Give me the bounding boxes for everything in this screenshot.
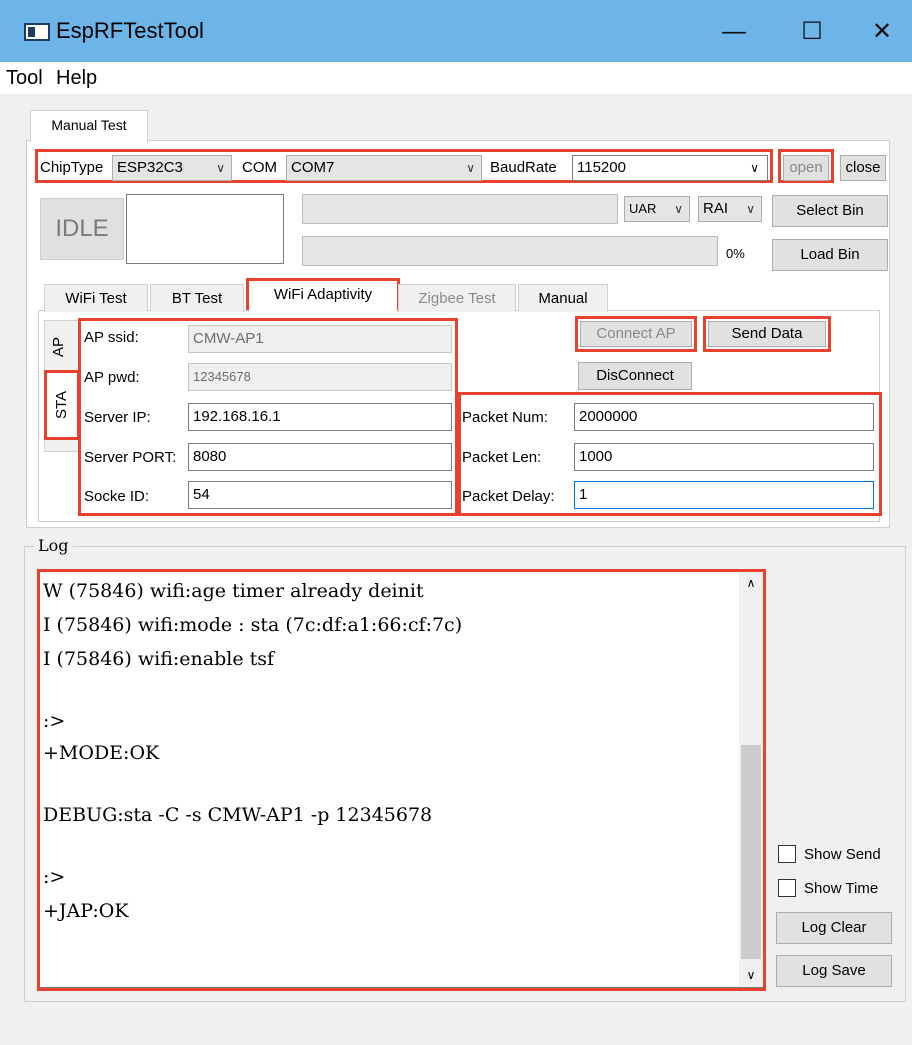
chevron-down-icon: ∨ xyxy=(216,161,225,175)
log-save-button[interactable]: Log Save xyxy=(776,955,892,987)
app-icon xyxy=(24,23,50,41)
wifi-adaptivity-highlight xyxy=(246,278,400,310)
ap-ssid-label: AP ssid: xyxy=(84,329,139,346)
com-label: COM xyxy=(242,159,277,176)
show-send-checkbox[interactable] xyxy=(778,845,796,863)
menu-tool[interactable]: Tool xyxy=(6,65,43,91)
show-send-label: Show Send xyxy=(804,846,881,863)
open-button[interactable]: open xyxy=(783,155,829,181)
log-clear-button[interactable]: Log Clear xyxy=(776,912,892,944)
uart-value: UAR xyxy=(629,201,657,216)
tab-manual[interactable]: Manual xyxy=(518,284,608,312)
baudrate-select[interactable]: 115200 ∨ xyxy=(572,155,768,181)
tab-sta[interactable]: STA xyxy=(47,387,77,423)
log-title: Log xyxy=(34,536,73,556)
chevron-down-icon: ∨ xyxy=(674,202,683,216)
send-data-button[interactable]: Send Data xyxy=(708,321,826,347)
progress-bar xyxy=(302,236,718,266)
packet-len-input[interactable]: 1000 xyxy=(574,443,874,471)
server-ip-input[interactable]: 192.168.16.1 xyxy=(188,403,452,431)
tab-ap[interactable]: AP xyxy=(45,333,79,361)
progress-bar-top xyxy=(302,194,618,224)
maximize-icon[interactable]: ☐ xyxy=(786,12,838,52)
minimize-icon[interactable]: — xyxy=(708,12,760,52)
chevron-down-icon: ∨ xyxy=(466,161,475,175)
baudrate-value: 115200 xyxy=(577,159,626,176)
com-select[interactable]: COM7 ∨ xyxy=(286,155,482,181)
select-bin-button[interactable]: Select Bin xyxy=(772,195,888,227)
chiptype-label: ChipType xyxy=(40,159,104,176)
status-text-box xyxy=(126,194,284,264)
socket-id-label: Socke ID: xyxy=(84,488,150,505)
socket-id-input[interactable]: 54 xyxy=(188,481,452,509)
ap-pwd-input[interactable]: 12345678 xyxy=(188,363,452,391)
server-port-input[interactable]: 8080 xyxy=(188,443,452,471)
load-bin-button[interactable]: Load Bin xyxy=(772,239,888,271)
window-title: EspRFTestTool xyxy=(56,18,204,43)
uart-select[interactable]: UAR ∨ xyxy=(624,196,690,222)
close-icon[interactable]: ✕ xyxy=(856,12,908,52)
chiptype-select[interactable]: ESP32C3 ∨ xyxy=(112,155,232,181)
tab-wifi-test[interactable]: WiFi Test xyxy=(44,284,148,312)
baudrate-label: BaudRate xyxy=(490,159,557,176)
tab-zigbee-test[interactable]: Zigbee Test xyxy=(398,284,516,312)
log-highlight xyxy=(37,569,766,991)
ram-select[interactable]: RAI ∨ xyxy=(698,196,762,222)
packet-delay-input[interactable]: 1 xyxy=(574,481,874,509)
close-button[interactable]: close xyxy=(840,155,886,181)
ram-value: RAI xyxy=(703,200,729,217)
chiptype-value: ESP32C3 xyxy=(117,159,183,176)
packet-num-label: Packet Num: xyxy=(462,409,548,426)
status-state: IDLE xyxy=(40,198,124,260)
tab-bt-test[interactable]: BT Test xyxy=(150,284,244,312)
server-ip-label: Server IP: xyxy=(84,409,151,426)
chevron-down-icon: ∨ xyxy=(750,161,759,175)
ap-pwd-label: AP pwd: xyxy=(84,369,140,386)
menu-help[interactable]: Help xyxy=(56,65,97,91)
packet-num-input[interactable]: 2000000 xyxy=(574,403,874,431)
disconnect-button[interactable]: DisConnect xyxy=(578,362,692,390)
connect-ap-button[interactable]: Connect AP xyxy=(580,321,692,347)
server-port-label: Server PORT: xyxy=(84,449,177,466)
com-value: COM7 xyxy=(291,159,335,176)
menu-bar xyxy=(0,62,912,94)
progress-percent: 0% xyxy=(726,246,745,261)
show-time-label: Show Time xyxy=(804,880,879,897)
packet-delay-label: Packet Delay: xyxy=(462,488,555,505)
ap-ssid-input[interactable]: CMW-AP1 xyxy=(188,325,452,353)
show-time-checkbox[interactable] xyxy=(778,879,796,897)
tab-manual-test[interactable]: Manual Test xyxy=(30,110,148,142)
packet-len-label: Packet Len: xyxy=(462,449,542,466)
chevron-down-icon: ∨ xyxy=(746,202,755,216)
